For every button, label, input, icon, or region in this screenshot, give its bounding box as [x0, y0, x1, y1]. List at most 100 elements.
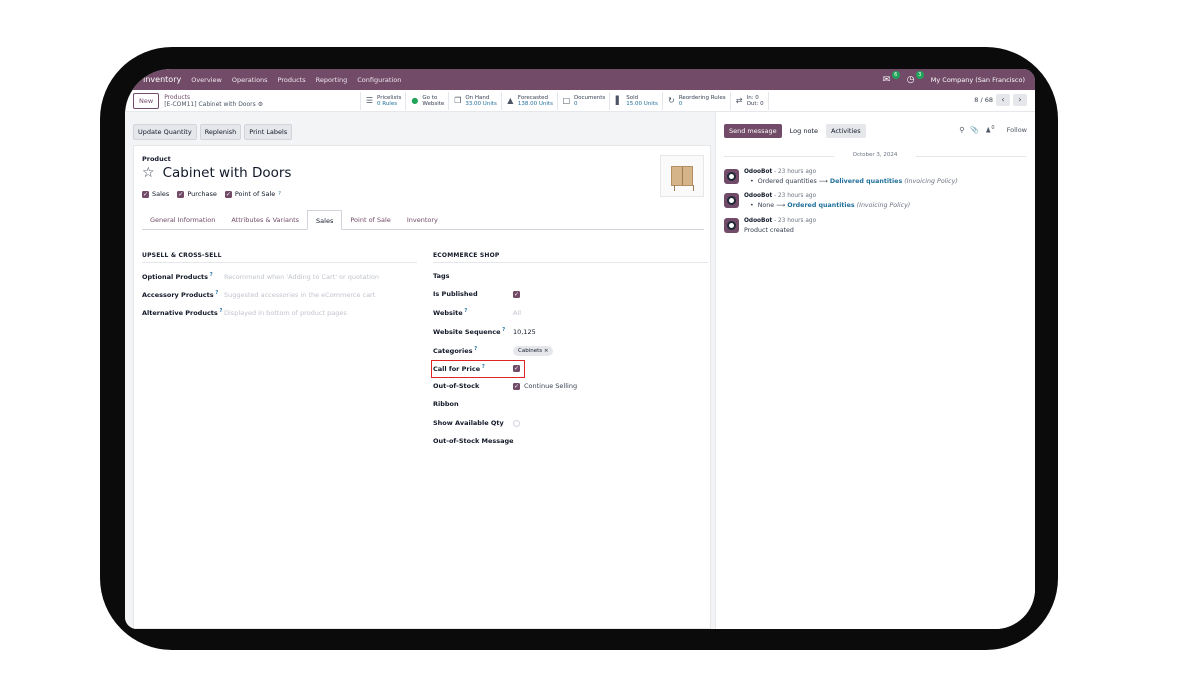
- favorite-star-icon[interactable]: ☆: [142, 166, 155, 180]
- purchase-checkbox[interactable]: ✓ Purchase: [177, 190, 217, 198]
- tab-sales[interactable]: Sales: [307, 210, 343, 230]
- app-name[interactable]: Inventory: [143, 75, 181, 84]
- gear-icon[interactable]: ⚙: [258, 101, 263, 108]
- out-of-stock-message-label: Out-of-Stock Message: [433, 437, 514, 445]
- pager: 8 / 68 ‹ ›: [974, 94, 1027, 106]
- on-hand-button[interactable]: ❐ On Hand 33.00 Units: [449, 92, 502, 110]
- website-sequence-input[interactable]: 10,125: [513, 328, 536, 336]
- print-labels-button[interactable]: Print Labels: [244, 124, 293, 140]
- cubes-icon: ❐: [454, 96, 462, 105]
- documents-button[interactable]: □ Documents 0: [558, 92, 611, 110]
- list-icon: ☰: [365, 96, 374, 105]
- sales-checkbox[interactable]: ✓ Sales: [142, 190, 169, 198]
- call-for-price-highlight: [431, 360, 525, 378]
- menu-products[interactable]: Products: [278, 76, 306, 84]
- tab-attributes-variants[interactable]: Attributes & Variants: [223, 210, 307, 229]
- file-icon: □: [562, 96, 571, 105]
- replenish-button[interactable]: Replenish: [199, 124, 242, 140]
- ribbon-row: Ribbon: [433, 400, 459, 408]
- breadcrumb-products[interactable]: Products: [164, 94, 263, 101]
- date-separator: October 3, 2024: [724, 152, 1026, 158]
- forecasted-value: 138.00 Units: [517, 101, 553, 107]
- optional-products-input[interactable]: Recommend when 'Adding to Cart' or quota…: [224, 273, 379, 281]
- title-row: ☆ Cabinet with Doors: [142, 165, 291, 181]
- log-note-button[interactable]: Log note: [784, 124, 823, 138]
- accessory-products-row: Accessory Products ? Suggested accessori…: [142, 290, 375, 299]
- point-of-sale-checkbox[interactable]: ✓ Point of Sale?: [224, 190, 281, 198]
- out-of-stock-message-row: Out-of-Stock Message: [433, 437, 514, 445]
- checkbox-checked-icon: ✓: [177, 190, 185, 198]
- top-navbar: Inventory Overview Operations Products R…: [125, 69, 1035, 90]
- sold-button[interactable]: ▌ Sold 15.00 Units: [610, 92, 663, 110]
- help-icon[interactable]: ?: [214, 290, 218, 296]
- help-icon[interactable]: ?: [278, 191, 281, 197]
- tags-row: Tags: [433, 272, 450, 280]
- tab-inventory[interactable]: Inventory: [399, 210, 446, 229]
- control-panel: New Products [E-COM11] Cabinet with Door…: [125, 90, 1035, 112]
- in-out-button[interactable]: ⇄ In: 0 Out: 0: [731, 92, 769, 110]
- ecommerce-section-title: ECOMMERCE SHOP: [433, 252, 708, 263]
- go-to-website-button[interactable]: ● Go to Website: [406, 92, 450, 110]
- notebook-tabs: General Information Attributes & Variant…: [142, 210, 704, 230]
- help-icon[interactable]: ?: [208, 272, 213, 278]
- categories-label: Categories ?: [433, 346, 478, 356]
- documents-title: Documents: [573, 95, 606, 101]
- form-sheet: Product ☆ Cabinet with Doors ✓ Sales ✓ Pur…: [133, 145, 711, 629]
- pricelists-button[interactable]: ☰ Pricelists 0 Rules: [361, 92, 407, 110]
- bar-chart-icon: ▌: [615, 96, 622, 105]
- activities-badge: 3: [915, 70, 924, 79]
- accessory-products-input[interactable]: Suggested accessories in the eCommerce c…: [224, 291, 375, 299]
- show-available-qty-checkbox[interactable]: [513, 419, 520, 427]
- help-icon[interactable]: ?: [501, 327, 505, 333]
- messages-icon[interactable]: ✉ 6: [883, 70, 900, 85]
- help-icon[interactable]: ?: [473, 346, 477, 352]
- arrow-right-icon: ⟶: [818, 178, 828, 185]
- chatter-actions: Send message Log note Activities: [724, 124, 866, 138]
- alternative-products-input[interactable]: Displayed in bottom of product pages: [224, 309, 347, 317]
- continue-selling-checkbox[interactable]: ✓: [513, 382, 520, 390]
- send-message-button[interactable]: Send message: [724, 124, 782, 138]
- forecasted-button[interactable]: ▲ Forecasted 138.00 Units: [502, 92, 558, 110]
- upsell-section-title: UPSELL & CROSS-SELL: [142, 252, 417, 263]
- activities-button[interactable]: Activities: [825, 124, 866, 138]
- search-icon[interactable]: ⚲: [959, 126, 964, 134]
- website-sequence-row: Website Sequence ? 10,125: [433, 327, 536, 336]
- menu-operations[interactable]: Operations: [232, 76, 268, 84]
- show-available-qty-row: Show Available Qty: [433, 419, 520, 427]
- tags-label: Tags: [433, 272, 450, 280]
- product-name[interactable]: Cabinet with Doors: [163, 165, 292, 181]
- menu-overview[interactable]: Overview: [191, 76, 222, 84]
- company-switcher[interactable]: My Company (San Francisco): [931, 76, 1025, 84]
- menu-configuration[interactable]: Configuration: [357, 76, 401, 84]
- category-tag[interactable]: Cabinets ×: [513, 346, 554, 356]
- reordering-rules-button[interactable]: ↻ Reordering Rules 0: [663, 92, 731, 110]
- paperclip-icon[interactable]: 📎: [970, 126, 979, 134]
- help-icon[interactable]: ?: [463, 308, 467, 314]
- breadcrumb-current: [E-COM11] Cabinet with Doors: [164, 100, 256, 108]
- tab-general-information[interactable]: General Information: [142, 210, 223, 229]
- message-header: OdooBot - 23 hours ago: [744, 218, 817, 224]
- next-arrow-icon[interactable]: ›: [1013, 94, 1027, 106]
- update-quantity-button[interactable]: Update Quantity: [133, 124, 197, 140]
- previous-arrow-icon[interactable]: ‹: [996, 94, 1010, 106]
- pager-value[interactable]: 8 / 68: [974, 96, 993, 104]
- website-value: Website: [422, 101, 445, 107]
- is-published-checkbox[interactable]: ✓: [513, 290, 520, 298]
- followers-icon[interactable]: ♟0: [985, 125, 994, 134]
- new-button[interactable]: New: [133, 92, 160, 109]
- product-image[interactable]: [660, 155, 704, 197]
- activities-clock-icon[interactable]: ◷ 3: [907, 70, 924, 85]
- out-of-stock-label: Out-of-Stock: [433, 382, 480, 390]
- help-icon[interactable]: ?: [218, 308, 223, 314]
- follow-button[interactable]: Follow: [1007, 126, 1027, 134]
- tracking-value: • Ordered quantities ⟶ Delivered quantit…: [750, 178, 958, 185]
- website-input[interactable]: All: [513, 309, 521, 317]
- remove-tag-icon[interactable]: ×: [544, 348, 549, 354]
- documents-value: 0: [573, 101, 578, 107]
- menu-reporting[interactable]: Reporting: [316, 76, 348, 84]
- pricelists-value: 0 Rules: [377, 101, 398, 107]
- cabinet-image: [671, 166, 694, 191]
- optional-products-row: Optional Products ? Recommend when 'Addi…: [142, 272, 379, 281]
- tab-point-of-sale[interactable]: Point of Sale: [342, 210, 398, 229]
- checkbox-checked-icon: ✓: [142, 190, 149, 198]
